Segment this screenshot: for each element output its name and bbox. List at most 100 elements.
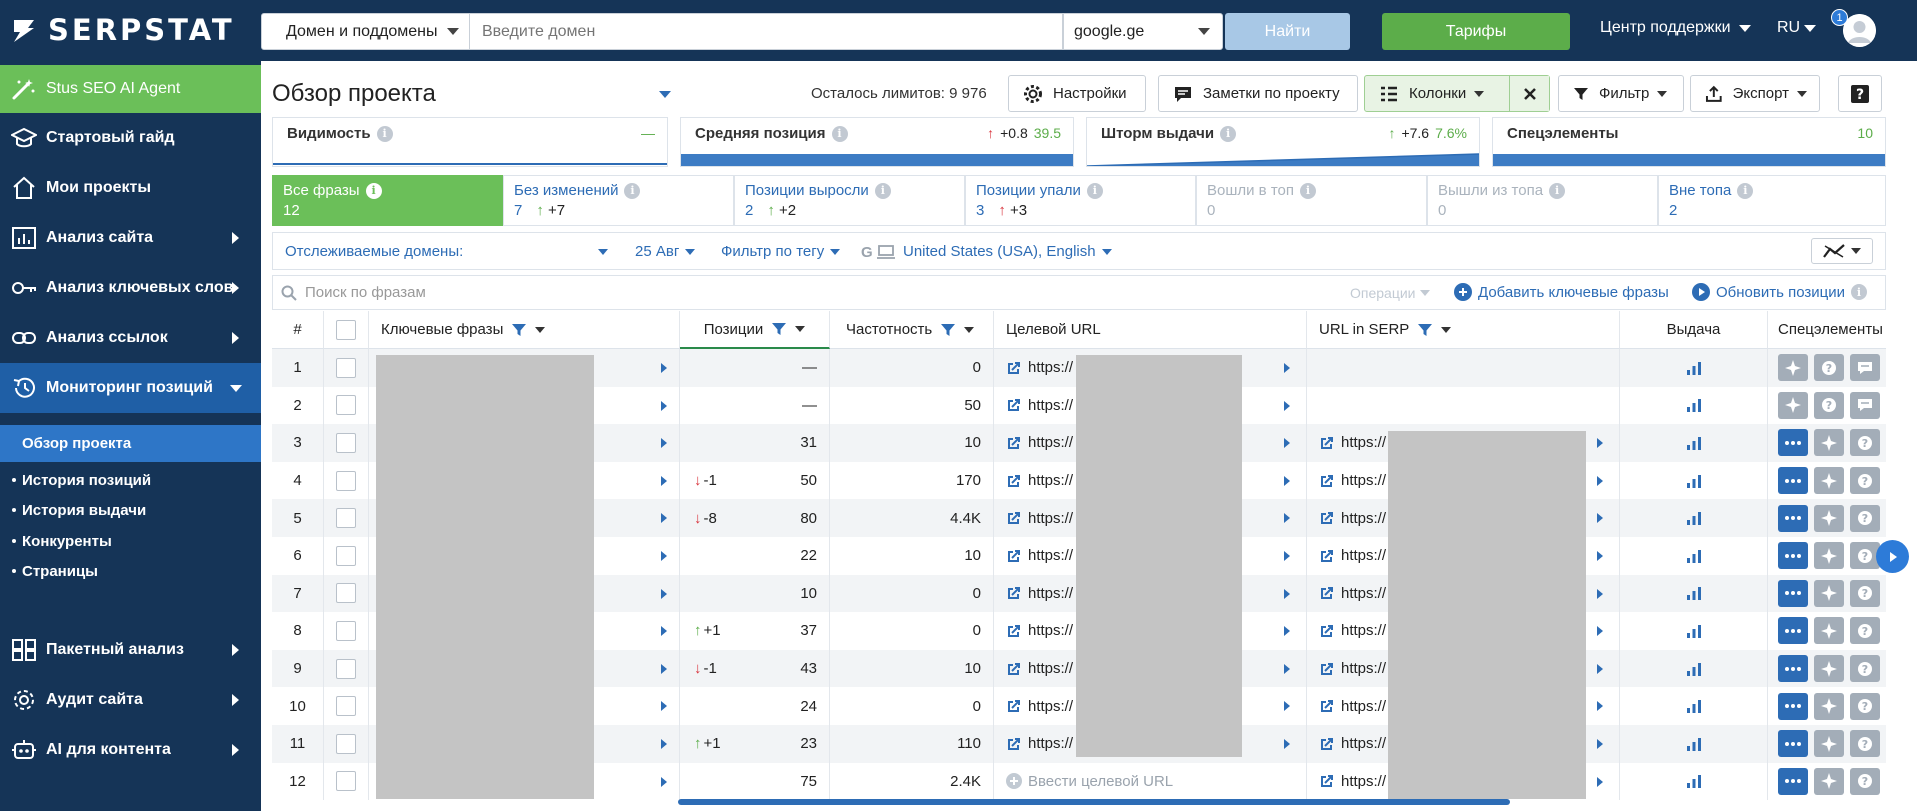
expand-arrow-icon[interactable]	[661, 363, 667, 373]
horizontal-scrollbar[interactable]	[678, 799, 1510, 805]
tab-all-phrases[interactable]: Все фразы i 12	[272, 175, 503, 226]
info-icon[interactable]: i	[365, 182, 382, 199]
avatar[interactable]	[1843, 14, 1876, 47]
project-select-chevron-icon[interactable]	[659, 91, 671, 98]
sidebar-item-ai-agent[interactable]: Stus SEO AI Agent	[0, 65, 261, 113]
expand-arrow-icon[interactable]	[661, 475, 667, 486]
expand-arrow-icon[interactable]	[1284, 475, 1290, 486]
expand-arrow-icon[interactable]	[1597, 739, 1603, 749]
more-options-button[interactable]	[1778, 617, 1808, 645]
serp-bars-icon[interactable]	[1685, 397, 1703, 413]
serp-bars-icon[interactable]	[1685, 360, 1703, 376]
filter-button[interactable]: Фильтр	[1558, 75, 1684, 112]
tariffs-button[interactable]: Тарифы	[1382, 13, 1570, 50]
row-checkbox[interactable]	[336, 357, 356, 378]
tab-left-top[interactable]: Вышли из топа i 0	[1427, 175, 1658, 226]
info-icon[interactable]: i	[874, 182, 891, 199]
comment-button[interactable]	[1850, 354, 1880, 382]
row-checkbox[interactable]	[336, 432, 356, 453]
help-button[interactable]: ?	[1850, 655, 1880, 683]
enter-target-url-link[interactable]: Ввести целевой URL	[1028, 773, 1173, 790]
ai-sparkle-button[interactable]	[1814, 429, 1844, 457]
domain-mode-select[interactable]: Домен и поддомены	[261, 13, 470, 50]
col-header-positions[interactable]: Позиции	[680, 311, 830, 349]
expand-arrow-icon[interactable]	[1597, 551, 1603, 561]
tab-positions-down[interactable]: Позиции упали i 3 ↑ +3	[965, 175, 1196, 226]
funnel-icon[interactable]	[771, 321, 787, 337]
ai-sparkle-button[interactable]	[1814, 467, 1844, 495]
ai-sparkle-button[interactable]	[1814, 730, 1844, 758]
info-icon[interactable]: i	[1737, 182, 1754, 199]
row-checkbox[interactable]	[336, 620, 356, 641]
sidebar-item-position-monitoring[interactable]: Мониторинг позиций	[0, 363, 261, 413]
expand-arrow-icon[interactable]	[661, 663, 667, 674]
tab-no-change[interactable]: Без изменений i 7 ↑ +7	[503, 175, 734, 226]
info-icon[interactable]: i	[1549, 182, 1566, 199]
sidebar-item-start-guide[interactable]: Стартовый гайд	[0, 113, 261, 163]
serp-bars-icon[interactable]	[1685, 548, 1703, 564]
language-menu[interactable]: RU	[1777, 19, 1817, 37]
expand-arrow-icon[interactable]	[1597, 626, 1603, 637]
info-icon[interactable]: i	[831, 125, 848, 142]
help-button[interactable]: ?	[1850, 767, 1880, 795]
tab-positions-up[interactable]: Позиции выросли i 2 ↑ +2	[734, 175, 965, 226]
info-icon[interactable]: i	[376, 125, 393, 142]
row-checkbox[interactable]	[336, 658, 356, 679]
scroll-right-button[interactable]	[1876, 540, 1909, 573]
help-button[interactable]: ?	[1850, 730, 1880, 758]
row-checkbox[interactable]	[336, 545, 356, 566]
row-checkbox[interactable]	[336, 771, 356, 792]
info-icon[interactable]: i	[1220, 125, 1237, 142]
help-button[interactable]: ?	[1814, 354, 1844, 382]
expand-arrow-icon[interactable]	[1597, 701, 1603, 712]
funnel-icon[interactable]	[1417, 322, 1433, 338]
select-all-checkbox[interactable]	[336, 319, 356, 340]
export-button[interactable]: Экспорт	[1690, 75, 1820, 112]
serp-storm-card[interactable]: Шторм выдачи i ↑ +7.6 7.6%	[1086, 117, 1480, 167]
more-options-button[interactable]	[1778, 542, 1808, 570]
help-button[interactable]: ?	[1850, 692, 1880, 720]
expand-arrow-icon[interactable]	[661, 438, 667, 449]
funnel-icon[interactable]	[940, 322, 956, 338]
info-icon[interactable]: i	[1086, 182, 1103, 199]
expand-arrow-icon[interactable]	[1284, 363, 1290, 373]
ai-sparkle-button[interactable]	[1814, 542, 1844, 570]
info-icon[interactable]: i	[1299, 182, 1316, 199]
sidebar-item-site-analysis[interactable]: Анализ сайта	[0, 213, 261, 263]
row-checkbox[interactable]	[336, 583, 356, 604]
expand-arrow-icon[interactable]	[1597, 438, 1603, 449]
serp-url-cell[interactable]	[1307, 349, 1620, 387]
expand-arrow-icon[interactable]	[661, 739, 667, 749]
help-button[interactable]: ?	[1850, 429, 1880, 457]
more-options-button[interactable]	[1778, 655, 1808, 683]
expand-arrow-icon[interactable]	[661, 626, 667, 637]
row-checkbox[interactable]	[336, 395, 356, 416]
expand-arrow-icon[interactable]	[1597, 663, 1603, 674]
visibility-card[interactable]: Видимость i —	[272, 117, 668, 167]
expand-arrow-icon[interactable]	[661, 400, 667, 411]
expand-arrow-icon[interactable]	[1284, 663, 1290, 674]
row-checkbox[interactable]	[336, 470, 356, 491]
help-button[interactable]: ?	[1838, 75, 1882, 112]
sidebar-item-batch-analysis[interactable]: Пакетный анализ	[0, 625, 261, 675]
tag-filter-select[interactable]: Фильтр по тегу	[721, 243, 841, 260]
settings-button[interactable]: Настройки	[1008, 75, 1146, 112]
row-checkbox[interactable]	[336, 508, 356, 529]
expand-arrow-icon[interactable]	[1284, 626, 1290, 637]
serp-bars-icon[interactable]	[1685, 623, 1703, 639]
find-button[interactable]: Найти	[1225, 13, 1350, 50]
serpstat-logo[interactable]: SERPSTAT	[10, 12, 235, 48]
search-engine-select[interactable]: google.ge	[1063, 13, 1223, 50]
sort-chevron-icon[interactable]	[964, 326, 975, 333]
domain-input[interactable]	[470, 13, 1063, 50]
serp-bars-icon[interactable]	[1685, 773, 1703, 789]
operations-menu[interactable]: Операции	[1350, 285, 1430, 301]
expand-arrow-icon[interactable]	[1284, 701, 1290, 712]
sidebar-subitem-pages[interactable]: Страницы	[0, 556, 261, 586]
row-checkbox[interactable]	[336, 696, 356, 717]
expand-arrow-icon[interactable]	[1597, 475, 1603, 486]
expand-arrow-icon[interactable]	[1284, 551, 1290, 561]
tab-out-of-top[interactable]: Вне топа i 2	[1658, 175, 1886, 226]
col-header-target-url[interactable]: Целевой URL	[994, 311, 1307, 349]
ai-sparkle-button[interactable]	[1778, 391, 1808, 419]
